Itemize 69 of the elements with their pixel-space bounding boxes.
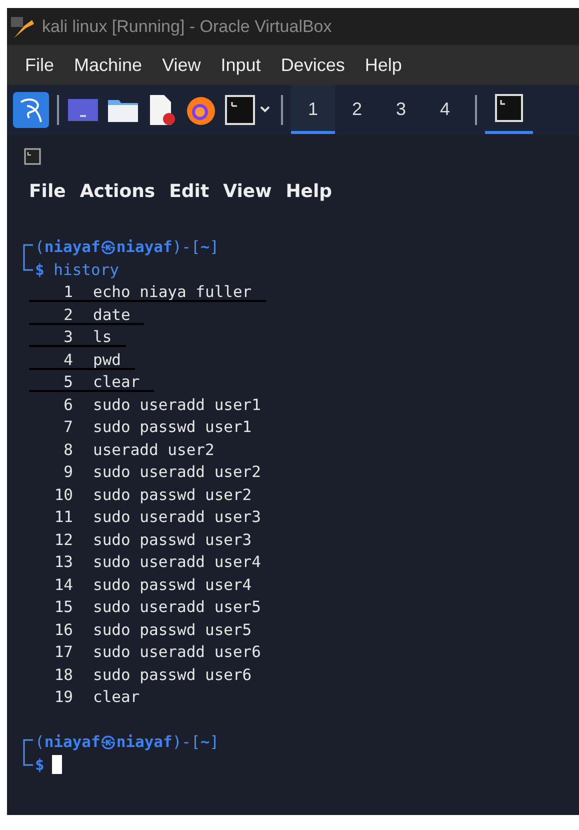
history-command: sudo passwd user4 bbox=[93, 574, 252, 596]
history-command: sudo passwd user2 bbox=[93, 484, 252, 506]
line-number: 2 bbox=[62, 304, 73, 326]
line-number: 10 bbox=[53, 484, 73, 506]
kali-dragon-icon[interactable] bbox=[13, 92, 49, 128]
line-number: 1 bbox=[62, 282, 73, 303]
history-command: sudo passwd user3 bbox=[93, 530, 252, 550]
line-number: 7 bbox=[62, 417, 73, 438]
terminal-icon bbox=[495, 94, 523, 122]
prompt-text: (niayaf㉿niayaf)-[~] bbox=[35, 237, 220, 258]
prompt-corner-icon bbox=[23, 754, 33, 766]
history-command: ls bbox=[93, 327, 112, 348]
menu-item[interactable]: File bbox=[29, 181, 66, 202]
menu-item[interactable]: File bbox=[17, 54, 62, 76]
menu-item[interactable]: Machine bbox=[66, 54, 150, 76]
line-number: 5 bbox=[62, 372, 73, 393]
history-command: sudo useradd user3 bbox=[93, 507, 261, 528]
line-number: 12 bbox=[53, 530, 73, 550]
prompt-corner-icon bbox=[23, 258, 33, 270]
line-number: 19 bbox=[53, 687, 73, 708]
history-command: sudo useradd user4 bbox=[93, 552, 261, 573]
prompt-text: (niayaf㉿niayaf)-[~] bbox=[35, 732, 220, 753]
line-number: 4 bbox=[62, 350, 73, 370]
history-command: clear bbox=[93, 687, 140, 708]
history-command: sudo useradd user1 bbox=[93, 394, 261, 416]
history-command: echo niaya fuller bbox=[93, 282, 252, 303]
history-command: pwd bbox=[93, 350, 121, 370]
menu-item[interactable]: Devices bbox=[272, 54, 353, 76]
line-number: 9 bbox=[62, 462, 73, 483]
line-number: 6 bbox=[62, 394, 73, 416]
line-number: 8 bbox=[62, 440, 73, 460]
history-command: sudo useradd user6 bbox=[93, 642, 261, 663]
terminal-icon bbox=[24, 148, 41, 165]
history-command: sudo useradd user5 bbox=[93, 597, 261, 618]
history-command: sudo useradd user2 bbox=[93, 462, 261, 483]
line-number: 15 bbox=[53, 597, 73, 618]
prompt-symbol: $ bbox=[35, 754, 44, 776]
desktop-icon[interactable] bbox=[67, 96, 99, 122]
workspace-tab[interactable]: 2 bbox=[335, 85, 379, 134]
menu-item[interactable]: Help bbox=[286, 181, 332, 202]
line-number: 18 bbox=[53, 664, 73, 686]
document-icon[interactable] bbox=[147, 94, 177, 126]
prompt-symbol: $ bbox=[35, 260, 44, 280]
history-command: sudo passwd user1 bbox=[93, 417, 252, 438]
menu-item[interactable]: View bbox=[154, 54, 209, 76]
line-number: 3 bbox=[62, 327, 73, 348]
command-text: history bbox=[52, 260, 119, 280]
history-command: sudo passwd user6 bbox=[93, 664, 252, 686]
menu-item[interactable]: Input bbox=[212, 54, 269, 76]
history-command: date bbox=[93, 304, 130, 326]
window-title: kali linux [Running] - Oracle VirtualBox bbox=[42, 16, 332, 36]
workspace-tab[interactable]: 3 bbox=[379, 85, 423, 134]
menu-item[interactable]: Help bbox=[356, 54, 410, 76]
prompt-corner-icon bbox=[23, 739, 33, 754]
line-number: 16 bbox=[53, 620, 73, 640]
prompt-corner-icon bbox=[23, 244, 33, 259]
line-number: 14 bbox=[53, 574, 73, 596]
line-number: 11 bbox=[53, 507, 73, 528]
history-command: clear bbox=[93, 372, 140, 393]
menu-item[interactable]: View bbox=[223, 181, 272, 202]
history-command: useradd user2 bbox=[93, 440, 214, 460]
workspace-tab[interactable]: 4 bbox=[423, 85, 467, 134]
workspace-tab[interactable]: 1 bbox=[291, 85, 335, 134]
text-cursor bbox=[52, 755, 62, 774]
menu-item[interactable]: Actions bbox=[80, 181, 156, 202]
line-number: 17 bbox=[53, 642, 73, 663]
menu-item[interactable]: Edit bbox=[169, 181, 210, 202]
history-command: sudo passwd user5 bbox=[93, 620, 252, 640]
line-number: 13 bbox=[53, 552, 73, 573]
